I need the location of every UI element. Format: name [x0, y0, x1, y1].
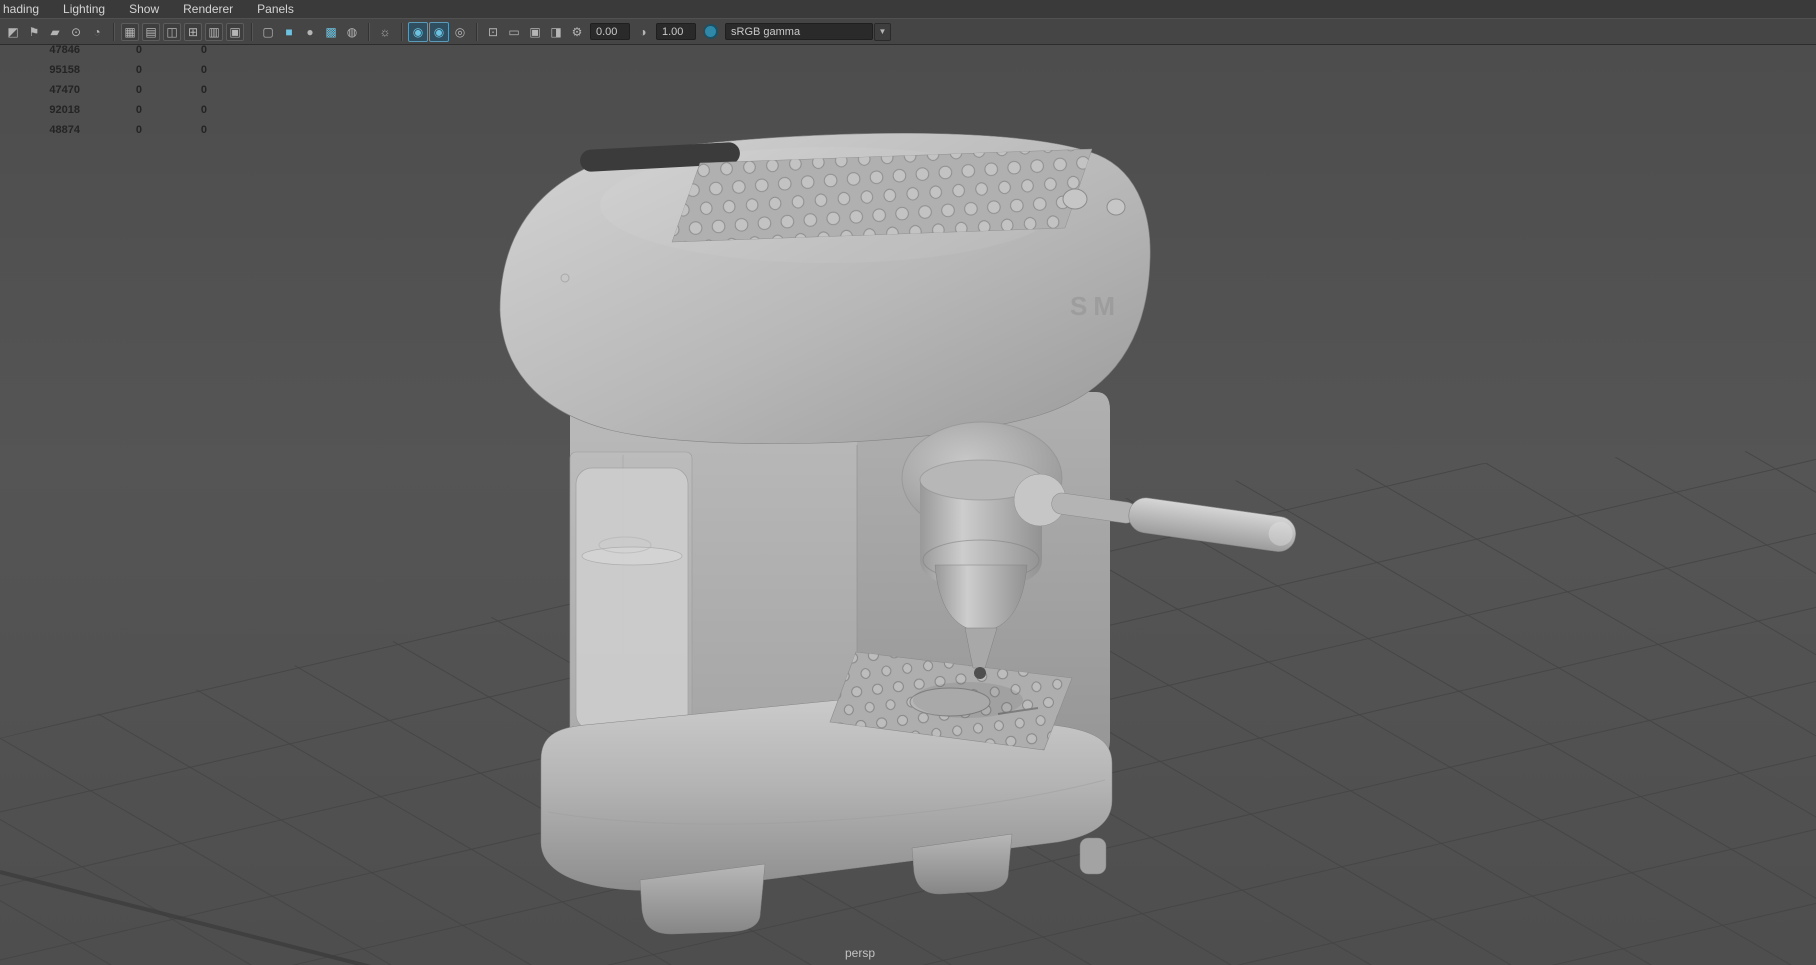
textured-mode-icon[interactable]: ● [300, 22, 320, 42]
hud-value: 0 [200, 64, 207, 76]
power-knob [1062, 188, 1088, 210]
isolate-select-icon[interactable]: ⊡ [483, 22, 503, 42]
hud-row: 92018 0 0 [0, 100, 207, 120]
hud-value: 0 [200, 104, 207, 116]
hud-value: 0 [200, 44, 207, 56]
colorspace-dropdown[interactable]: sRGB gamma [725, 23, 873, 40]
motion-blur-toggle-icon[interactable]: ◎ [450, 22, 470, 42]
panel-chrome: hading Lighting Show Renderer Panels ◩ ⚑ ▰… [0, 0, 1816, 45]
menu-shading[interactable]: hading [0, 0, 51, 19]
gamma-field[interactable]: 1.00 [656, 23, 696, 40]
tray-shadow [913, 682, 1023, 718]
hud-row: 95158 0 0 [0, 60, 207, 80]
pane-quad-layout-icon[interactable]: ⊞ [184, 22, 202, 41]
marker-tool-icon[interactable]: ▰ [45, 22, 65, 42]
camera-mask-icon[interactable]: ▭ [504, 22, 524, 42]
snap-tool-icon[interactable]: ⊙ [66, 22, 86, 42]
hud-value: 0 [135, 84, 142, 96]
perspective-viewport[interactable]: SM [0, 0, 1816, 965]
contrast-icon[interactable]: ◑ [633, 22, 653, 42]
brush-tool-icon[interactable]: ◔ [87, 22, 107, 42]
shadows-toggle-icon[interactable]: ◉ [408, 21, 428, 42]
toolbar-separator [251, 22, 252, 41]
wireframe-on-shaded-icon[interactable]: ▩ [321, 22, 341, 42]
toolbar-separator [476, 22, 477, 41]
espresso-machine-model[interactable]: SM [499, 132, 1298, 935]
hud-value: 0 [200, 84, 207, 96]
image-plane-icon[interactable]: ◨ [546, 22, 566, 42]
hud-value: 0 [135, 104, 142, 116]
hud-value: 47470 [49, 84, 80, 96]
display-settings-gear-icon[interactable]: ⚙ [567, 22, 587, 42]
menu-panels[interactable]: Panels [245, 0, 306, 19]
ambient-occlusion-toggle-icon[interactable]: ◉ [429, 21, 449, 42]
brand-logo-text: SM [1070, 291, 1121, 321]
hud-value: 0 [135, 124, 142, 136]
menu-show[interactable]: Show [117, 0, 171, 19]
pane-single-layout-icon[interactable]: ▦ [121, 22, 139, 41]
spout-tip [974, 667, 986, 679]
panel-toolbar: ◩ ⚑ ▰ ⊙ ◔ ▦ ▤ ◫ ⊞ ▥ ▣ ▢ ■ ● ▩ ◍ ☼ ◉ ◉ ◎ ⊡ ▭ ▣ ◨ ⚙ 0.00 ◑ 1.00 sR… [0, 18, 1816, 45]
hud-row: 48874 0 0 [0, 120, 207, 140]
exposure-field[interactable]: 0.00 [590, 23, 630, 40]
color-management-icon[interactable] [703, 24, 718, 39]
default-lighting-icon[interactable]: ☼ [375, 22, 395, 42]
toolbar-separator [401, 22, 402, 41]
poly-count-hud: 47846 0 0 95158 0 0 47470 0 0 92018 0 0 … [0, 40, 207, 140]
toolbar-separator [368, 22, 369, 41]
toolbar-separator [113, 22, 114, 41]
hud-value: 47846 [49, 44, 80, 56]
panel-menu-bar: hading Lighting Show Renderer Panels [0, 0, 1816, 18]
menu-lighting[interactable]: Lighting [51, 0, 117, 19]
pane-horizontal-layout-icon[interactable]: ▥ [205, 22, 223, 41]
camera-name-label: persp [845, 946, 876, 960]
hud-value: 92018 [49, 104, 80, 116]
mode-knob [1106, 198, 1126, 216]
hud-value: 0 [135, 44, 142, 56]
base-foot-stub [1079, 837, 1107, 875]
hud-value: 0 [200, 124, 207, 136]
bookmark-icon[interactable]: ⚑ [24, 22, 44, 42]
menu-renderer[interactable]: Renderer [171, 0, 245, 19]
toolbar-icon-strip: ◩ ⚑ ▰ ⊙ ◔ ▦ ▤ ◫ ⊞ ▥ ▣ ▢ ■ ● ▩ ◍ ☼ ◉ ◉ ◎ ⊡ ▭ ▣ ◨ ⚙ [3, 21, 587, 42]
film-gate-icon[interactable]: ▣ [525, 22, 545, 42]
cup-warmer-bumps [672, 149, 1092, 242]
material-mode-icon[interactable]: ◍ [342, 22, 362, 42]
colorspace-dropdown-arrow-icon[interactable]: ▼ [874, 22, 891, 41]
pane-split-layout-icon[interactable]: ◫ [163, 22, 181, 41]
wireframe-mode-icon[interactable]: ▢ [258, 22, 278, 42]
pane-outliner-layout-icon[interactable]: ▣ [226, 22, 244, 41]
select-tool-icon[interactable]: ◩ [3, 22, 23, 42]
hud-row: 47470 0 0 [0, 80, 207, 100]
hud-value: 48874 [49, 124, 80, 136]
tank-window-glass [569, 451, 693, 745]
shaded-mode-icon[interactable]: ■ [279, 22, 299, 42]
hud-value: 0 [135, 64, 142, 76]
pane-four-view-icon[interactable]: ▤ [142, 22, 160, 41]
hud-value: 95158 [49, 64, 80, 76]
